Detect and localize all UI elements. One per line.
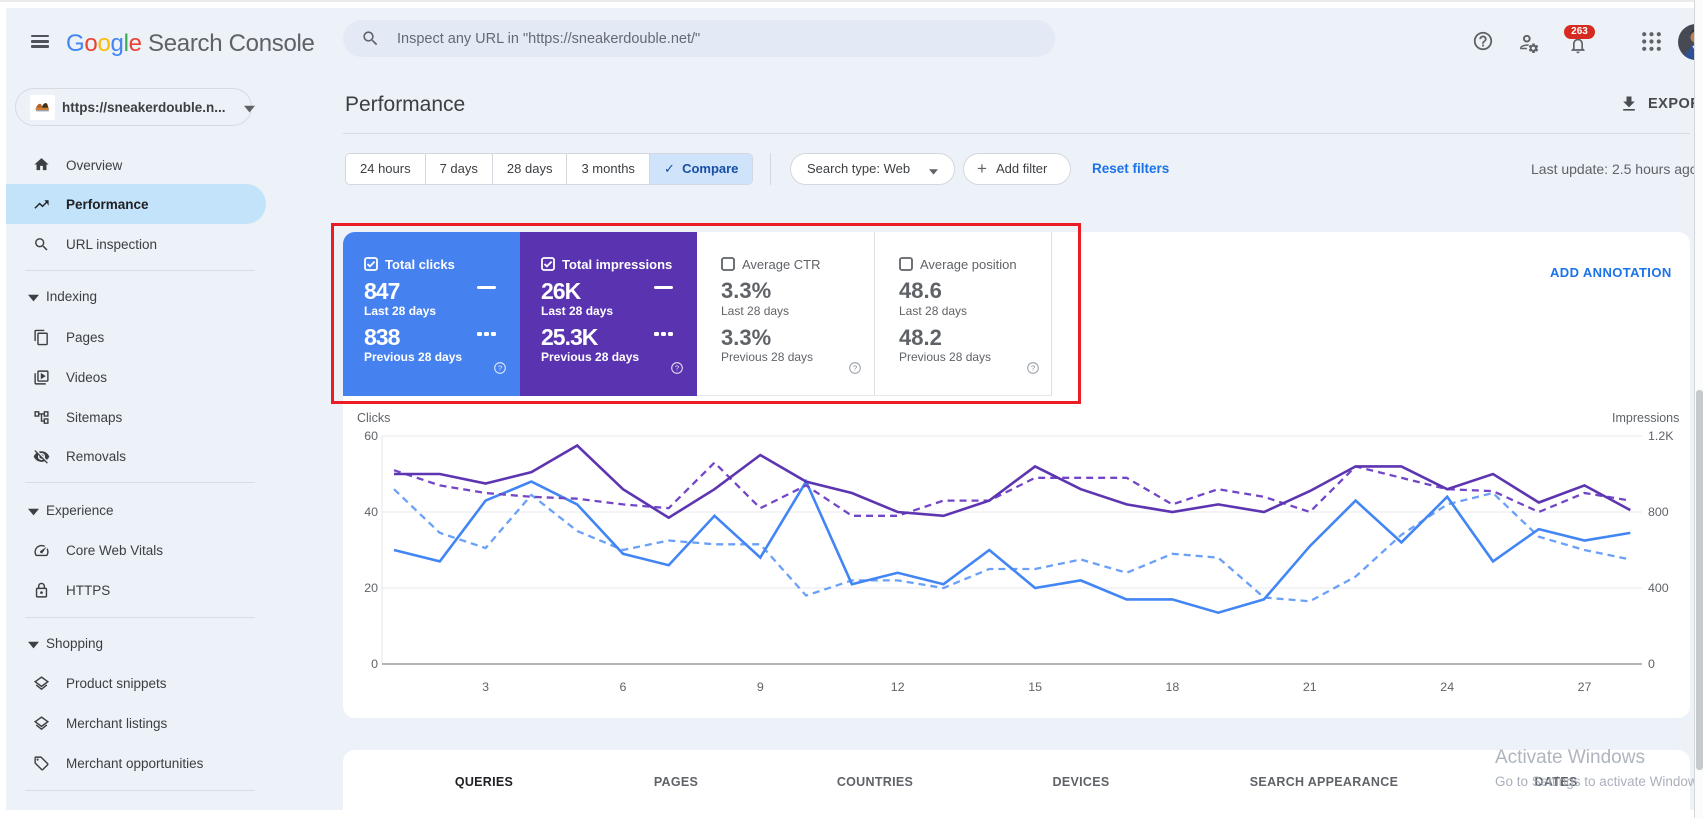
- svg-text:400: 400: [1648, 581, 1669, 595]
- svg-text:800: 800: [1648, 505, 1669, 519]
- svg-text:3: 3: [482, 680, 489, 694]
- svg-text:12: 12: [891, 680, 905, 694]
- svg-text:27: 27: [1578, 680, 1592, 694]
- svg-text:24: 24: [1440, 680, 1454, 694]
- svg-text:21: 21: [1303, 680, 1317, 694]
- svg-text:0: 0: [1648, 657, 1655, 671]
- svg-text:0: 0: [371, 657, 378, 671]
- svg-text:15: 15: [1028, 680, 1042, 694]
- svg-text:1.2K: 1.2K: [1648, 429, 1674, 443]
- svg-text:60: 60: [364, 429, 378, 443]
- svg-text:9: 9: [757, 680, 764, 694]
- svg-text:18: 18: [1166, 680, 1180, 694]
- svg-text:40: 40: [364, 505, 378, 519]
- svg-text:20: 20: [364, 581, 378, 595]
- svg-text:6: 6: [620, 680, 627, 694]
